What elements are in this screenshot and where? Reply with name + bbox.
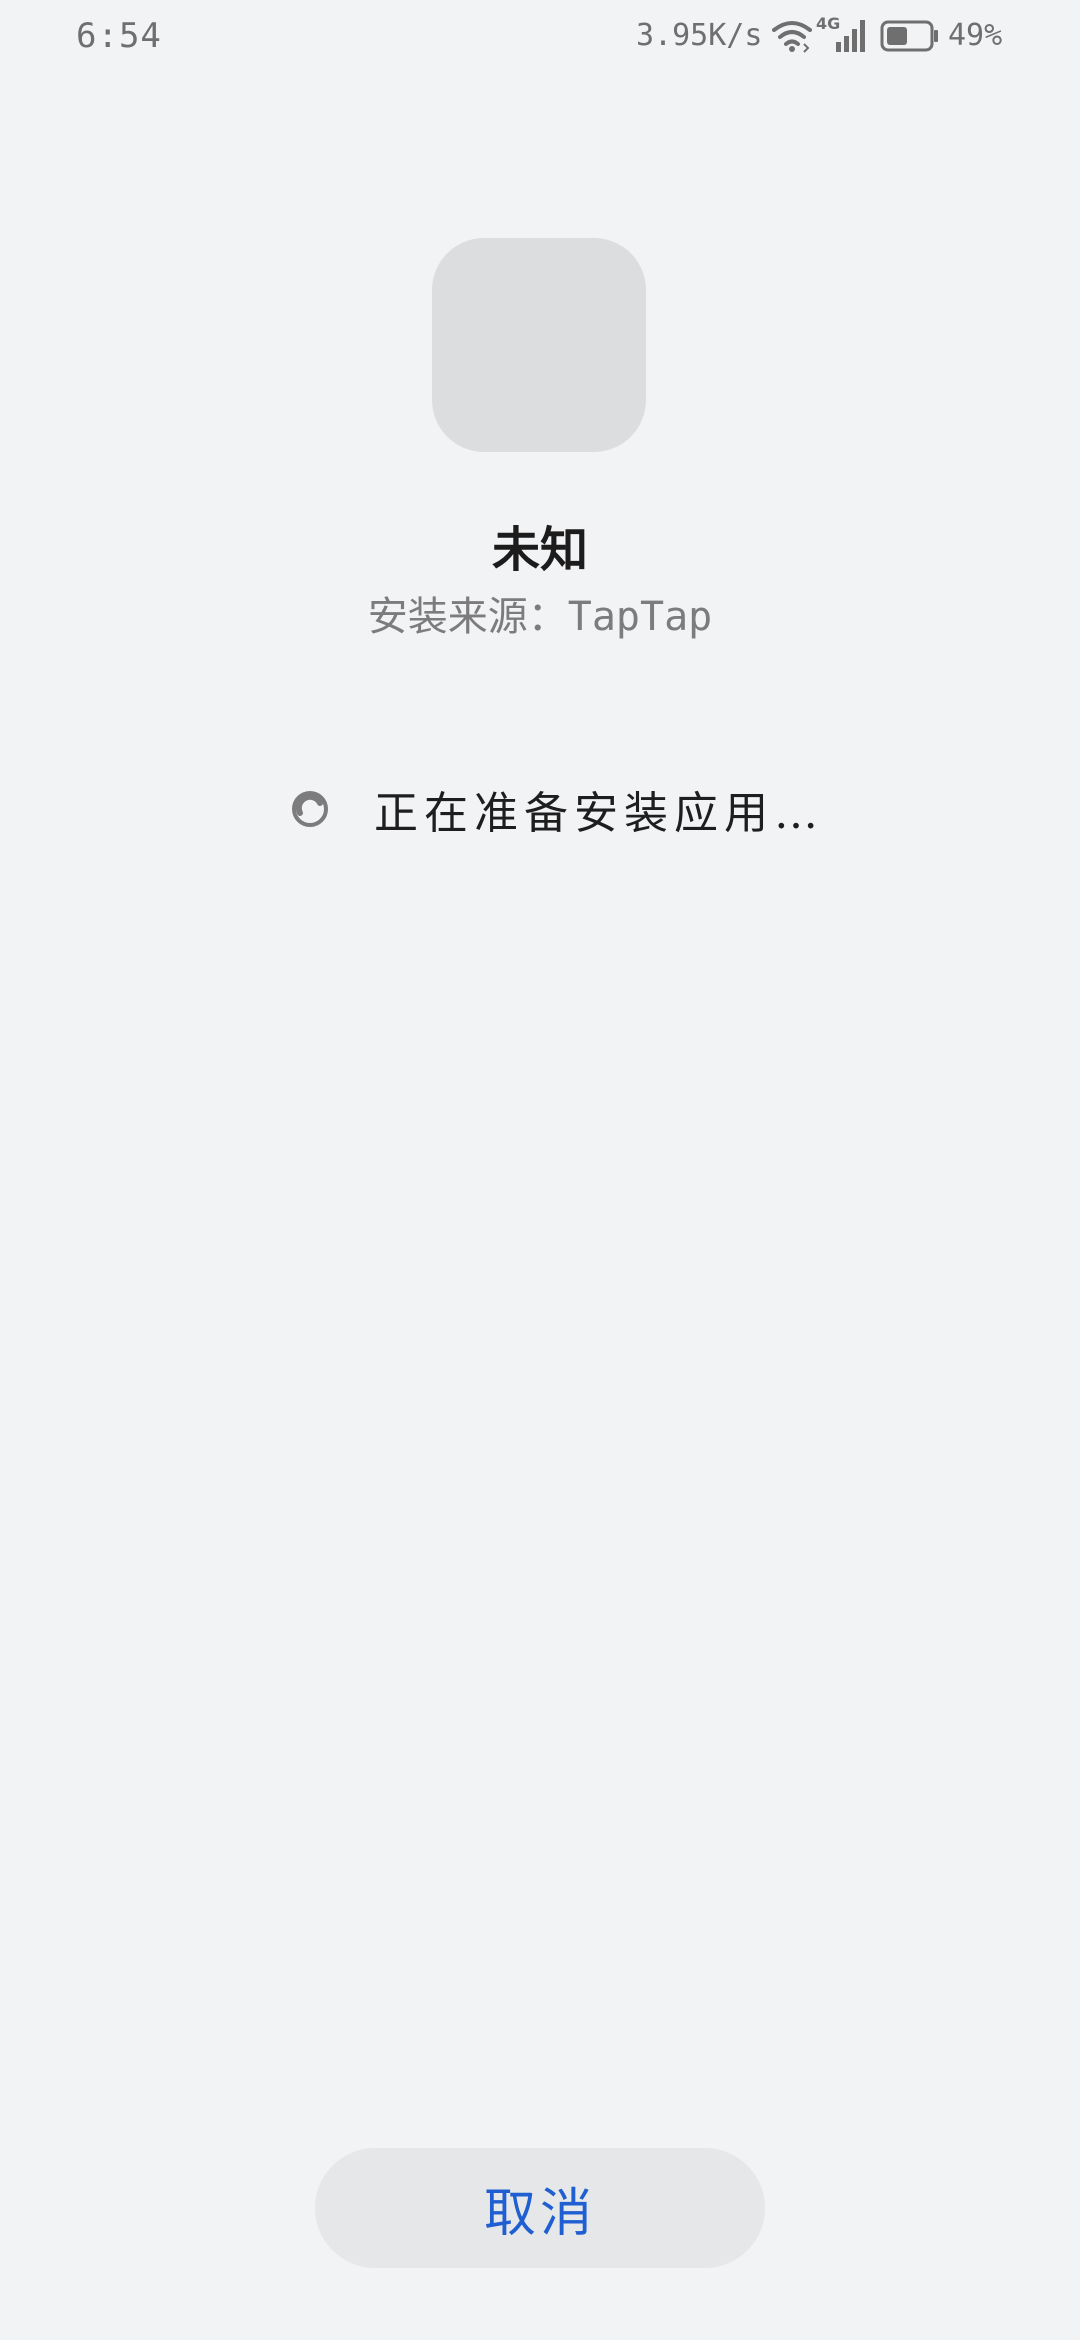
- status-time: 6:54: [76, 16, 162, 56]
- install-source: 安装来源：TapTap: [367, 594, 713, 640]
- cancel-button-label: 取消: [483, 2183, 596, 2244]
- signal-icon: [836, 20, 865, 52]
- loading-spinner-icon: [292, 791, 328, 827]
- app-name: 未知: [491, 522, 588, 578]
- status-bar: 6:54 3.95K/s 4G 49%: [0, 0, 1080, 80]
- battery-icon: [880, 20, 938, 52]
- install-status-text: 正在准备安装应用…: [374, 788, 824, 839]
- install-status-row: 正在准备安装应用…: [290, 774, 824, 844]
- battery-percent: 49%: [948, 18, 1003, 53]
- cancel-button[interactable]: 取消: [315, 2148, 765, 2268]
- wifi-icon: [772, 21, 812, 53]
- app-icon-placeholder: [432, 238, 646, 452]
- status-net-speed: 3.95K/s: [636, 18, 763, 53]
- install-screen: 6:54 3.95K/s 4G 49% 未知 安装来源：TapTap 正在准备安…: [0, 0, 1080, 2340]
